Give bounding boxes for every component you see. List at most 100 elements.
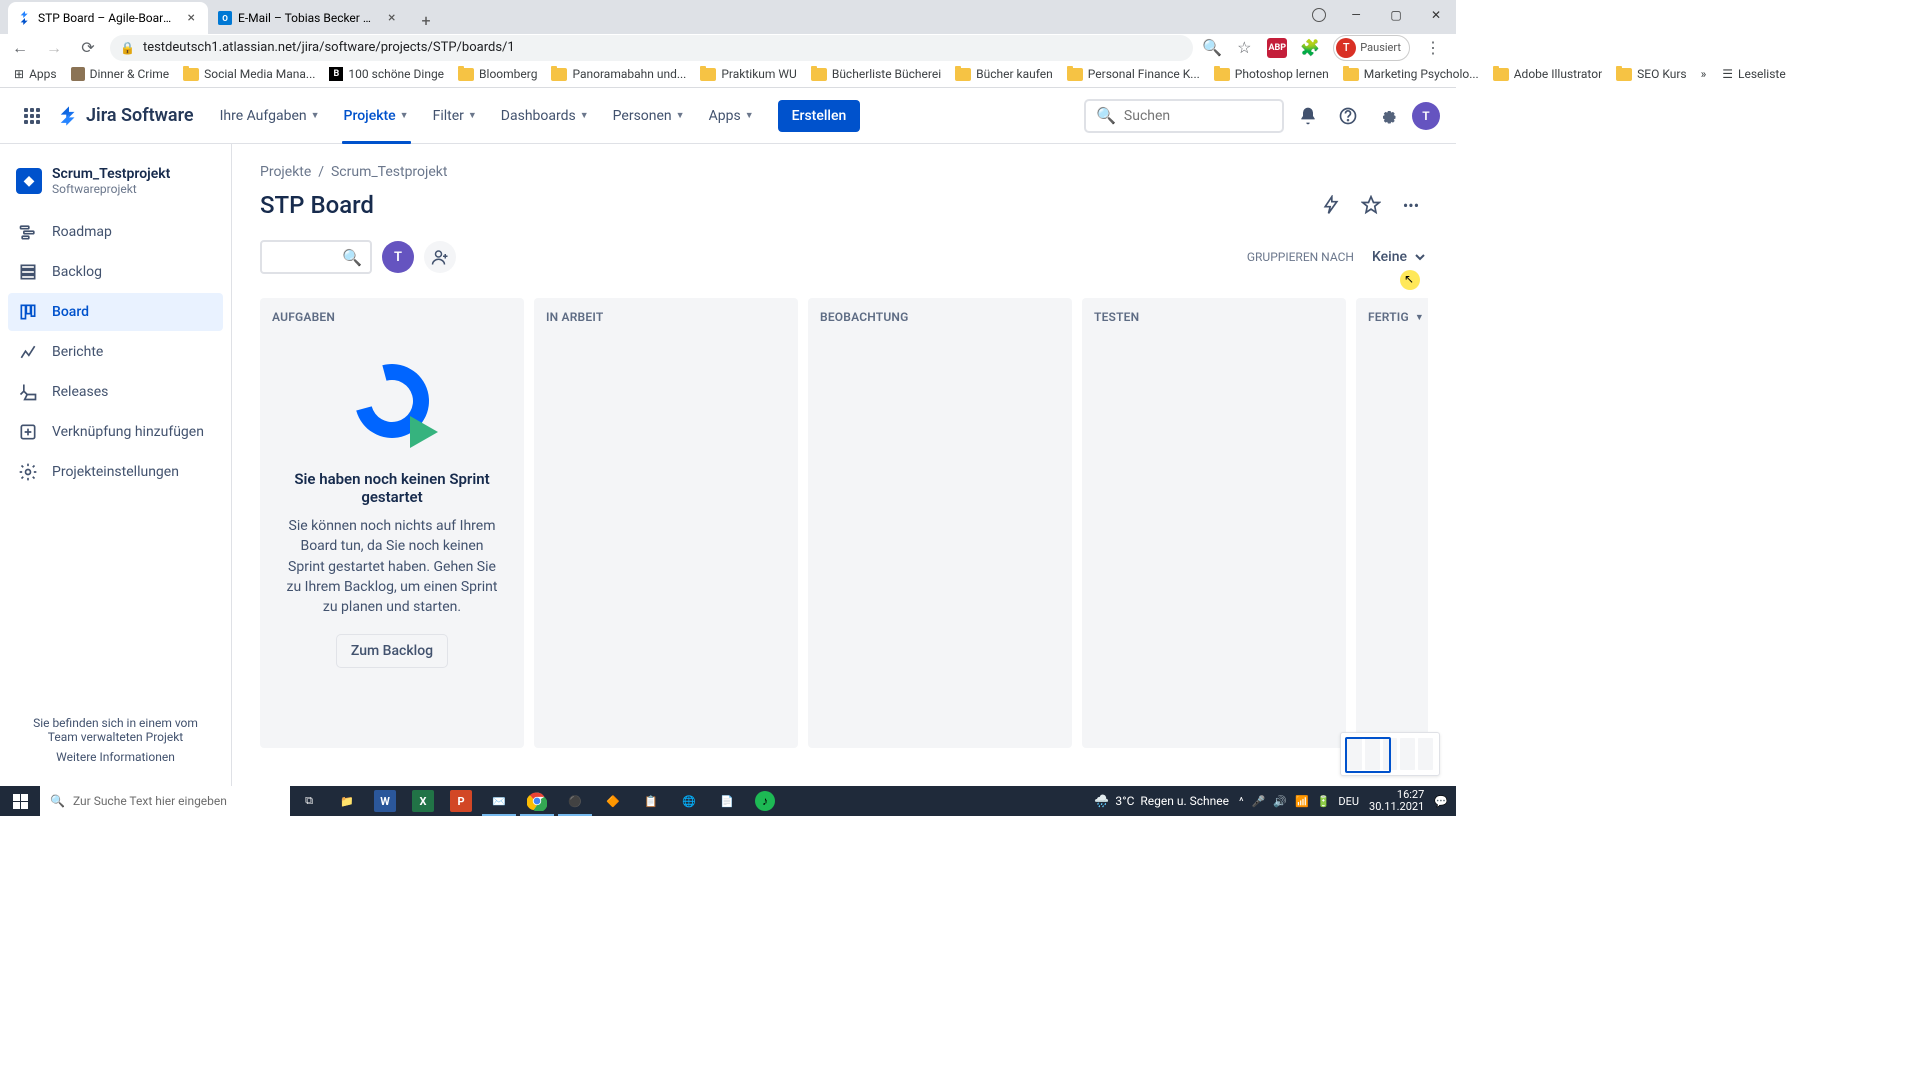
- browser-tab-jira[interactable]: STP Board – Agile-Board - Jira ×: [8, 2, 208, 34]
- edge-icon[interactable]: 🌐: [670, 786, 708, 816]
- bookmark-star-icon[interactable]: ☆: [1235, 39, 1253, 57]
- word-icon[interactable]: W: [366, 786, 404, 816]
- url-field[interactable]: 🔒 testdeutsch1.atlassian.net/jira/softwa…: [110, 35, 1193, 61]
- board-minimap[interactable]: [1340, 732, 1440, 776]
- new-tab-button[interactable]: +: [412, 6, 440, 34]
- volume-icon[interactable]: 🔊: [1273, 795, 1287, 808]
- chevron-down-icon[interactable]: ▼: [1415, 312, 1424, 323]
- bookmark-item[interactable]: Bücherliste Bücherei: [805, 64, 947, 84]
- assignee-avatar[interactable]: T: [382, 241, 414, 273]
- taskbar-search[interactable]: 🔍Zur Suche Text hier eingeben: [40, 786, 290, 816]
- breadcrumb-item[interactable]: Scrum_Testprojekt: [331, 164, 448, 180]
- user-avatar[interactable]: T: [1412, 102, 1440, 130]
- reload-button[interactable]: ⟳: [76, 36, 100, 60]
- jira-logo[interactable]: Jira Software: [58, 105, 194, 127]
- board-column-todo[interactable]: AUFGABEN Sie haben noch keinen Sprint ge…: [260, 298, 524, 748]
- app-switcher-icon[interactable]: [16, 100, 48, 132]
- microphone-icon[interactable]: 🎤: [1252, 795, 1266, 808]
- browser-tab-outlook[interactable]: O E-Mail – Tobias Becker – Outlook ×: [208, 2, 408, 34]
- bookmark-item[interactable]: Marketing Psycholo...: [1337, 64, 1485, 84]
- sidebar-item-reports[interactable]: Berichte: [8, 333, 223, 371]
- bookmark-apps[interactable]: ⊞Apps: [8, 64, 63, 84]
- nav-your-work[interactable]: Ihre Aufgaben▼: [210, 88, 330, 144]
- nav-apps[interactable]: Apps▼: [699, 88, 764, 144]
- bookmark-item[interactable]: Personal Finance K...: [1061, 64, 1206, 84]
- taskbar-clock[interactable]: 16:27 30.11.2021: [1369, 789, 1424, 813]
- group-by-select[interactable]: Keine: [1364, 242, 1428, 272]
- bookmark-item[interactable]: Bloomberg: [452, 64, 543, 84]
- mail-icon[interactable]: ✉️: [480, 786, 518, 816]
- chrome-icon[interactable]: [518, 786, 556, 816]
- forward-button[interactable]: →: [42, 36, 66, 60]
- board-search[interactable]: 🔍: [260, 240, 372, 274]
- back-button[interactable]: ←: [8, 36, 32, 60]
- bookmark-item[interactable]: Praktikum WU: [694, 64, 802, 84]
- nav-dashboards[interactable]: Dashboards▼: [491, 88, 599, 144]
- maximize-button[interactable]: ▢: [1376, 0, 1416, 30]
- project-header[interactable]: ◆ Scrum_Testprojekt Softwareprojekt: [8, 162, 223, 212]
- sidebar-item-releases[interactable]: Releases: [8, 373, 223, 411]
- minimize-button[interactable]: —: [1336, 0, 1376, 30]
- search-box[interactable]: 🔍: [1084, 99, 1284, 133]
- bookmark-item[interactable]: Photoshop lernen: [1208, 64, 1335, 84]
- task-view-icon[interactable]: ⧉: [290, 786, 328, 816]
- start-button[interactable]: [0, 786, 40, 816]
- wifi-icon[interactable]: 📶: [1295, 795, 1309, 808]
- sidebar-item-settings[interactable]: Projekteinstellungen: [8, 453, 223, 491]
- zoom-icon[interactable]: 🔍: [1203, 39, 1221, 57]
- extensions-icon[interactable]: 🧩: [1301, 39, 1319, 57]
- close-window-button[interactable]: ✕: [1416, 0, 1456, 30]
- notifications-icon[interactable]: 💬: [1434, 795, 1448, 808]
- breadcrumb-item[interactable]: Projekte: [260, 164, 311, 180]
- bookmark-item[interactable]: B100 schöne Dinge: [323, 64, 450, 84]
- adblock-extension-icon[interactable]: ABP: [1267, 38, 1287, 58]
- add-people-button[interactable]: [424, 241, 456, 273]
- system-tray[interactable]: ^ 🎤 🔊 📶 🔋 DEU: [1239, 795, 1359, 808]
- minimap-viewport[interactable]: [1345, 737, 1391, 773]
- media-control-icon[interactable]: [1312, 8, 1326, 22]
- settings-icon[interactable]: [1372, 100, 1404, 132]
- battery-icon[interactable]: 🔋: [1317, 795, 1331, 808]
- bookmark-item[interactable]: Bücher kaufen: [949, 64, 1059, 84]
- bookmark-item[interactable]: SEO Kurs: [1610, 64, 1692, 84]
- more-actions-icon[interactable]: •••: [1394, 188, 1428, 222]
- board-title[interactable]: STP Board: [260, 191, 374, 219]
- nav-people[interactable]: Personen▼: [603, 88, 695, 144]
- sidebar-item-add-link[interactable]: Verknüpfung hinzufügen: [8, 413, 223, 451]
- nav-filters[interactable]: Filter▼: [423, 88, 487, 144]
- sidebar-item-roadmap[interactable]: Roadmap: [8, 213, 223, 251]
- spotify-icon[interactable]: ♪: [746, 786, 784, 816]
- notifications-icon[interactable]: [1292, 100, 1324, 132]
- bookmark-item[interactable]: Adobe Illustrator: [1487, 64, 1608, 84]
- profile-chip[interactable]: T Pausiert: [1333, 35, 1410, 61]
- bookmark-item[interactable]: Social Media Mana...: [177, 64, 321, 84]
- automation-icon[interactable]: [1314, 188, 1348, 222]
- language-indicator[interactable]: DEU: [1338, 795, 1359, 808]
- excel-icon[interactable]: X: [404, 786, 442, 816]
- bookmark-item[interactable]: Dinner & Crime: [65, 64, 176, 84]
- board-column-inprogress[interactable]: IN ARBEIT: [534, 298, 798, 748]
- powerpoint-icon[interactable]: P: [442, 786, 480, 816]
- reading-list-button[interactable]: ☰Leseliste: [1716, 64, 1791, 84]
- weather-widget[interactable]: 🌧️ 3°C Regen u. Schnee: [1094, 794, 1229, 808]
- go-to-backlog-button[interactable]: Zum Backlog: [337, 635, 447, 667]
- close-icon[interactable]: ×: [386, 10, 398, 26]
- help-icon[interactable]: [1332, 100, 1364, 132]
- nav-projects[interactable]: Projekte▼: [334, 88, 419, 144]
- bookmark-item[interactable]: Panoramabahn und...: [545, 64, 692, 84]
- browser-menu-icon[interactable]: ⋮: [1424, 39, 1442, 57]
- star-icon[interactable]: [1354, 188, 1388, 222]
- footer-link[interactable]: Weitere Informationen: [56, 750, 175, 764]
- tray-chevron-icon[interactable]: ^: [1239, 795, 1244, 808]
- create-button[interactable]: Erstellen: [778, 100, 861, 132]
- notepad-icon[interactable]: 📄: [708, 786, 746, 816]
- file-explorer-icon[interactable]: 📁: [328, 786, 366, 816]
- app-icon[interactable]: 🔶: [594, 786, 632, 816]
- sidebar-item-board[interactable]: Board: [8, 293, 223, 331]
- board-column-testing[interactable]: TESTEN: [1082, 298, 1346, 748]
- close-icon[interactable]: ×: [184, 10, 198, 26]
- board-column-done[interactable]: FERTIG▼: [1356, 298, 1428, 748]
- board-column-observation[interactable]: BEOBACHTUNG: [808, 298, 1072, 748]
- search-input[interactable]: [1124, 108, 1272, 124]
- app-icon[interactable]: 📋: [632, 786, 670, 816]
